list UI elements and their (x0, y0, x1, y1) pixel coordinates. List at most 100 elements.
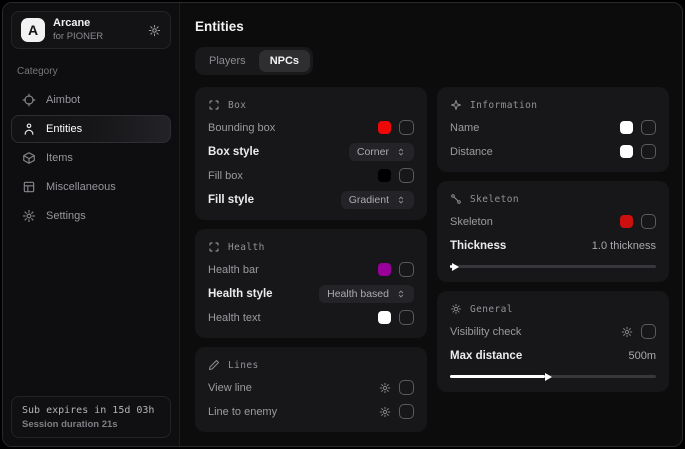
distance-color-swatch[interactable] (620, 145, 633, 158)
name-row: Name (450, 118, 656, 137)
grid-icon (22, 180, 36, 194)
fill-style-select[interactable]: Gradient (341, 191, 414, 209)
box-style-select[interactable]: Corner (349, 143, 414, 161)
card-general-header: General (450, 301, 656, 317)
card-lines: Lines View line Line to enemy (195, 347, 427, 432)
row-label: Line to enemy (208, 406, 277, 418)
card-title: Skeleton (470, 194, 519, 205)
row-label: View line (208, 382, 252, 394)
sidebar-item-label: Settings (46, 210, 86, 222)
category-label: Category (17, 66, 165, 77)
line-to-enemy-checkbox[interactable] (399, 404, 414, 419)
select-value: Corner (357, 146, 389, 158)
slider-fill (450, 265, 452, 268)
brand-settings-gear-icon[interactable] (148, 24, 161, 37)
card-title: Information (470, 100, 537, 111)
view-line-settings-icon[interactable] (379, 382, 391, 394)
bounding-box-checkbox[interactable] (399, 120, 414, 135)
pencil-icon (208, 359, 220, 371)
corner-brackets-icon (208, 99, 220, 111)
view-line-checkbox[interactable] (399, 380, 414, 395)
skeleton-color-swatch[interactable] (620, 215, 633, 228)
sidebar: A Arcane for PIONER Category Aimbot Enti… (3, 3, 180, 446)
bounding-box-color-swatch[interactable] (378, 121, 391, 134)
row-label: Health text (208, 312, 261, 324)
health-text-checkbox[interactable] (399, 310, 414, 325)
health-bar-color-swatch[interactable] (378, 263, 391, 276)
card-title: Lines (228, 360, 259, 371)
thickness-slider[interactable] (450, 262, 656, 271)
row-label: Name (450, 122, 479, 134)
package-icon (22, 151, 36, 165)
max-distance-row: Max distance 500m (450, 346, 656, 365)
card-box-header: Box (208, 97, 414, 113)
logo-letter: A (28, 22, 38, 38)
sidebar-spacer (11, 230, 171, 396)
cards-columns: Box Bounding box Box style Corner (195, 87, 669, 432)
left-column: Box Bounding box Box style Corner (195, 87, 427, 432)
unfold-icon (396, 195, 406, 205)
row-label: Bounding box (208, 122, 275, 134)
app-subtitle: for PIONER (53, 31, 103, 43)
health-style-row: Health style Health based (208, 284, 414, 303)
line-to-enemy-settings-icon[interactable] (379, 406, 391, 418)
box-style-row: Box style Corner (208, 142, 414, 161)
slider-handle[interactable] (545, 373, 552, 381)
slider-track (450, 375, 656, 378)
sidebar-item-miscellaneous[interactable]: Miscellaneous (11, 173, 171, 201)
app-window: A Arcane for PIONER Category Aimbot Enti… (2, 2, 683, 447)
unfold-icon (396, 147, 406, 157)
app-name: Arcane (53, 17, 103, 31)
sidebar-item-label: Entities (46, 123, 82, 135)
sidebar-item-items[interactable]: Items (11, 144, 171, 172)
row-label: Skeleton (450, 216, 493, 228)
tab-npcs[interactable]: NPCs (259, 50, 310, 72)
thickness-row: Thickness 1.0 thickness (450, 236, 656, 255)
card-lines-header: Lines (208, 357, 414, 373)
brand-text: Arcane for PIONER (53, 17, 103, 43)
row-label: Fill box (208, 170, 243, 182)
row-label: Thickness (450, 240, 506, 252)
person-icon (22, 122, 36, 136)
distance-checkbox[interactable] (641, 144, 656, 159)
sidebar-item-label: Miscellaneous (46, 181, 116, 193)
sidebar-item-entities[interactable]: Entities (11, 115, 171, 143)
right-column: Information Name Distance (437, 87, 669, 392)
slider-track (450, 265, 656, 268)
visibility-check-row: Visibility check (450, 322, 656, 341)
sidebar-item-settings[interactable]: Settings (11, 202, 171, 230)
line-to-enemy-row: Line to enemy (208, 402, 414, 421)
sidebar-item-label: Aimbot (46, 94, 80, 106)
name-color-swatch[interactable] (620, 121, 633, 134)
sidebar-item-label: Items (46, 152, 73, 164)
fill-box-color-swatch[interactable] (378, 169, 391, 182)
name-checkbox[interactable] (641, 120, 656, 135)
tab-players[interactable]: Players (198, 50, 257, 72)
max-distance-value: 500m (628, 350, 656, 362)
visibility-check-checkbox[interactable] (641, 324, 656, 339)
skeleton-checkbox[interactable] (641, 214, 656, 229)
health-style-select[interactable]: Health based (319, 285, 414, 303)
sidebar-item-aimbot[interactable]: Aimbot (11, 86, 171, 114)
health-bar-row: Health bar (208, 260, 414, 279)
card-health-header: Health (208, 239, 414, 255)
card-skeleton: Skeleton Skeleton Thickness 1.0 thicknes… (437, 181, 669, 282)
slider-handle[interactable] (452, 263, 459, 271)
sun-icon (450, 303, 462, 315)
unfold-icon (396, 289, 406, 299)
fill-box-row: Fill box (208, 166, 414, 185)
health-text-color-swatch[interactable] (378, 311, 391, 324)
main-panel: Entities Players NPCs Box Bounding box (180, 3, 682, 446)
card-title: Box (228, 100, 246, 111)
gear-icon (22, 209, 36, 223)
select-value: Gradient (349, 194, 389, 206)
skeleton-row: Skeleton (450, 212, 656, 231)
visibility-check-settings-icon[interactable] (621, 326, 633, 338)
row-label: Box style (208, 146, 259, 158)
row-label: Fill style (208, 194, 254, 206)
fill-box-checkbox[interactable] (399, 168, 414, 183)
card-general: General Visibility check Max distance 50… (437, 291, 669, 392)
max-distance-slider[interactable] (450, 372, 656, 381)
fill-style-row: Fill style Gradient (208, 190, 414, 209)
health-bar-checkbox[interactable] (399, 262, 414, 277)
